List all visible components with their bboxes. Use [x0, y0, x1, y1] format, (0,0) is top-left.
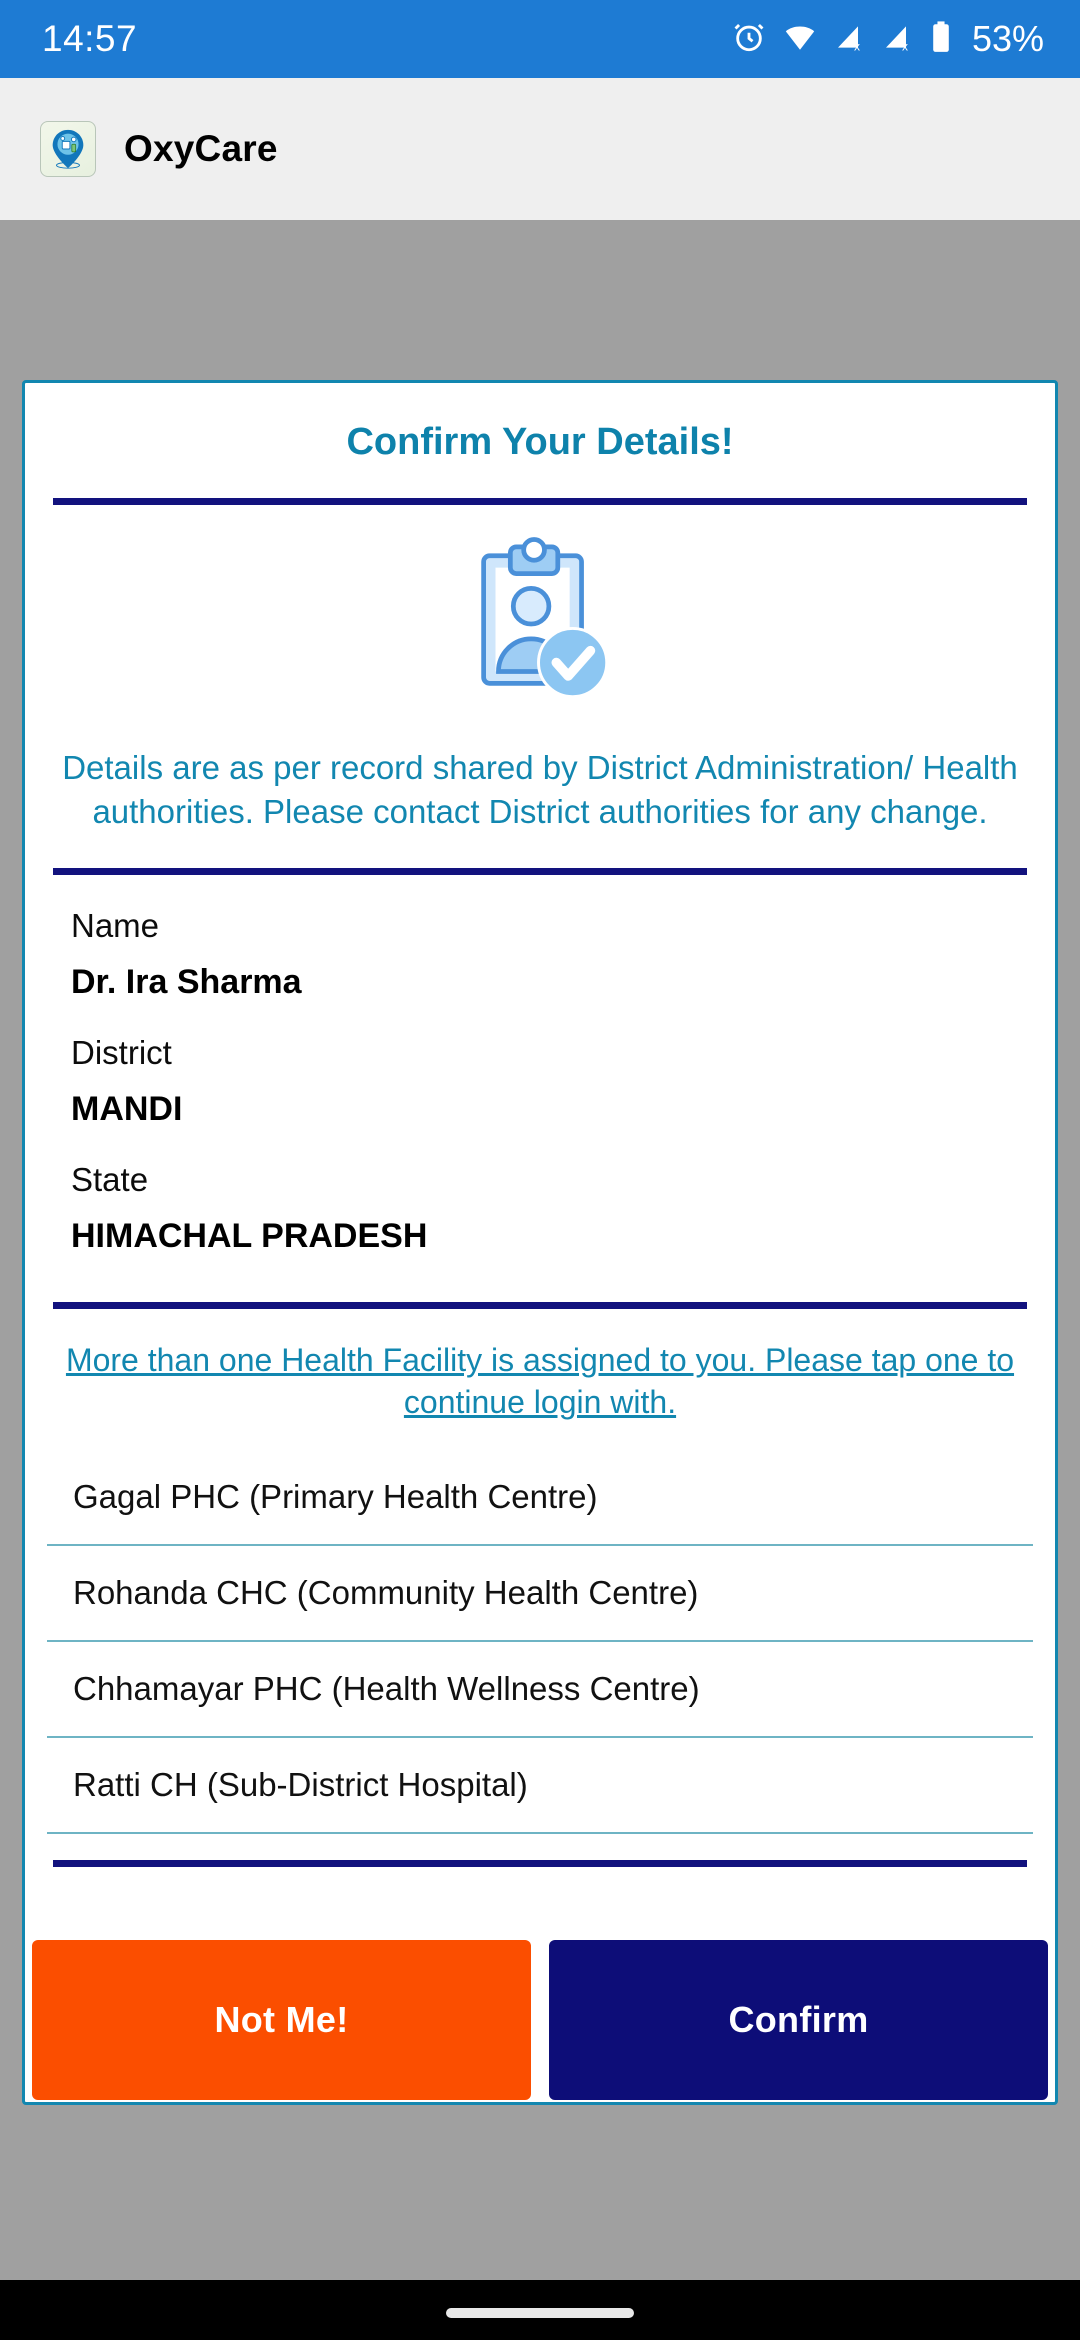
illustration-container	[25, 505, 1055, 740]
field-value-district: MANDI	[71, 1089, 183, 1128]
app-bar: OxyCare	[0, 78, 1080, 220]
oxycare-app-icon	[40, 121, 96, 177]
dialog-title: Confirm Your Details!	[346, 421, 734, 463]
alarm-icon	[732, 20, 766, 59]
confirm-button[interactable]: Confirm	[549, 1940, 1048, 2100]
facility-separator	[47, 1831, 1033, 1834]
system-navigation-bar	[0, 2280, 1080, 2340]
status-clock: 14:57	[42, 18, 138, 59]
fields-divider	[53, 1301, 1027, 1309]
footer-divider	[53, 1859, 1027, 1867]
phone-screen: 14:57 x x 53% OxyCare Confirm Your Detai…	[0, 0, 1080, 2340]
facility-prompt-link[interactable]: More than one Health Facility is assigne…	[25, 1309, 1055, 1450]
signal-1-icon: x	[834, 20, 866, 59]
confirm-details-dialog: Confirm Your Details! Details are as per…	[22, 380, 1058, 2105]
battery-icon	[930, 20, 952, 59]
facility-separator	[47, 1735, 1033, 1738]
title-divider	[53, 498, 1027, 505]
svg-text:x: x	[902, 39, 908, 53]
svg-text:x: x	[854, 39, 860, 53]
battery-percent-label: 53%	[971, 18, 1044, 59]
status-icon-group: x x 53%	[732, 18, 1044, 60]
list-item[interactable]: Gagal PHC (Primary Health Centre)	[47, 1450, 1033, 1544]
clipboard-person-check-icon	[450, 535, 630, 718]
signal-2-icon: x	[882, 20, 914, 59]
field-label-state: State	[71, 1160, 149, 1198]
details-fields: Name Dr. Ira Sharma District MANDI State…	[25, 875, 1055, 1302]
wifi-icon	[782, 20, 818, 59]
not-me-button[interactable]: Not Me!	[32, 1940, 531, 2100]
dialog-button-row: Not Me! Confirm	[32, 1940, 1048, 2100]
field-value-state: HIMACHAL PRADESH	[71, 1216, 428, 1255]
list-item[interactable]: Chhamayar PHC (Health Wellness Centre)	[47, 1642, 1033, 1736]
app-title: OxyCare	[124, 128, 278, 169]
facility-list: Gagal PHC (Primary Health Centre) Rohand…	[25, 1450, 1055, 1834]
home-indicator[interactable]	[446, 2308, 634, 2318]
field-value-name: Dr. Ira Sharma	[71, 962, 302, 1001]
facility-separator	[47, 1639, 1033, 1642]
list-item[interactable]: Rohanda CHC (Community Health Centre)	[47, 1546, 1033, 1640]
status-bar: 14:57 x x 53%	[0, 0, 1080, 78]
facility-separator	[47, 1543, 1033, 1546]
list-item[interactable]: Ratti CH (Sub-District Hospital)	[47, 1738, 1033, 1832]
description-divider	[53, 867, 1027, 875]
field-label-district: District	[71, 1033, 172, 1071]
dialog-description: Details are as per record shared by Dist…	[62, 749, 1018, 830]
field-label-name: Name	[71, 906, 160, 944]
